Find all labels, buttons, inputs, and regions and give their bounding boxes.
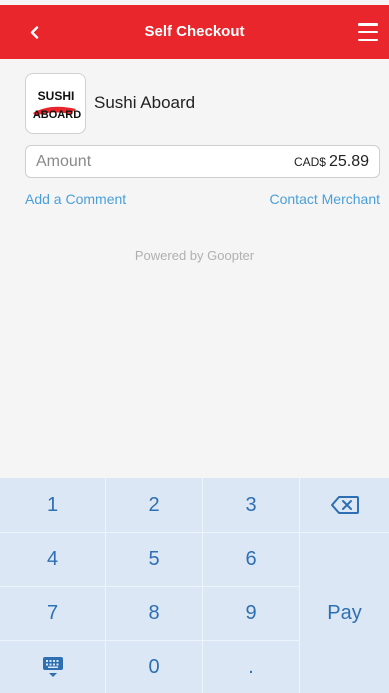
page-title: Self Checkout — [144, 23, 245, 40]
key-1[interactable]: 1 — [0, 478, 106, 533]
keyboard-toggle-key[interactable] — [0, 641, 106, 693]
key-9[interactable]: 9 — [203, 587, 300, 641]
currency-label: CAD$ — [293, 154, 326, 169]
action-links: Add a Comment Contact Merchant — [25, 191, 380, 207]
amount-label: Amount — [36, 152, 92, 170]
key-decimal[interactable]: . — [203, 641, 300, 693]
back-button[interactable] — [22, 19, 46, 45]
numeric-keypad: 1 2 3 4 5 6 7 8 9 Pay 0 . — [0, 478, 389, 693]
merchant-name: Sushi Aboard — [94, 93, 196, 112]
merchant-logo: SUSHI ABOARD — [25, 72, 86, 134]
key-7[interactable]: 7 — [0, 587, 106, 641]
key-5[interactable]: 5 — [106, 533, 203, 587]
key-8[interactable]: 8 — [106, 587, 203, 641]
key-3[interactable]: 3 — [203, 478, 300, 533]
key-0[interactable]: 0 — [106, 641, 203, 693]
key-2[interactable]: 2 — [106, 478, 203, 533]
backspace-key[interactable] — [300, 478, 389, 533]
chevron-left-icon — [30, 25, 38, 39]
svg-text:ABOARD: ABOARD — [32, 109, 80, 121]
powered-by-text: Powered by Goopter — [134, 248, 255, 263]
hamburger-menu-icon — [358, 23, 378, 26]
contact-merchant-link[interactable]: Contact Merchant — [270, 191, 381, 207]
keyboard-icon — [42, 657, 63, 677]
merchant-info: SUSHI ABOARD Sushi Aboard — [25, 72, 195, 134]
add-comment-link[interactable]: Add a Comment — [25, 191, 126, 207]
menu-button[interactable] — [355, 20, 381, 44]
key-6[interactable]: 6 — [203, 533, 300, 587]
amount-value: 25.89 — [328, 152, 369, 170]
key-4[interactable]: 4 — [0, 533, 106, 587]
backspace-icon — [330, 496, 359, 514]
app-header: Self Checkout — [0, 5, 389, 59]
svg-text:SUSHI: SUSHI — [37, 89, 74, 103]
pay-button[interactable]: Pay — [300, 533, 389, 693]
amount-input[interactable]: Amount CAD$ 25.89 — [25, 145, 380, 178]
